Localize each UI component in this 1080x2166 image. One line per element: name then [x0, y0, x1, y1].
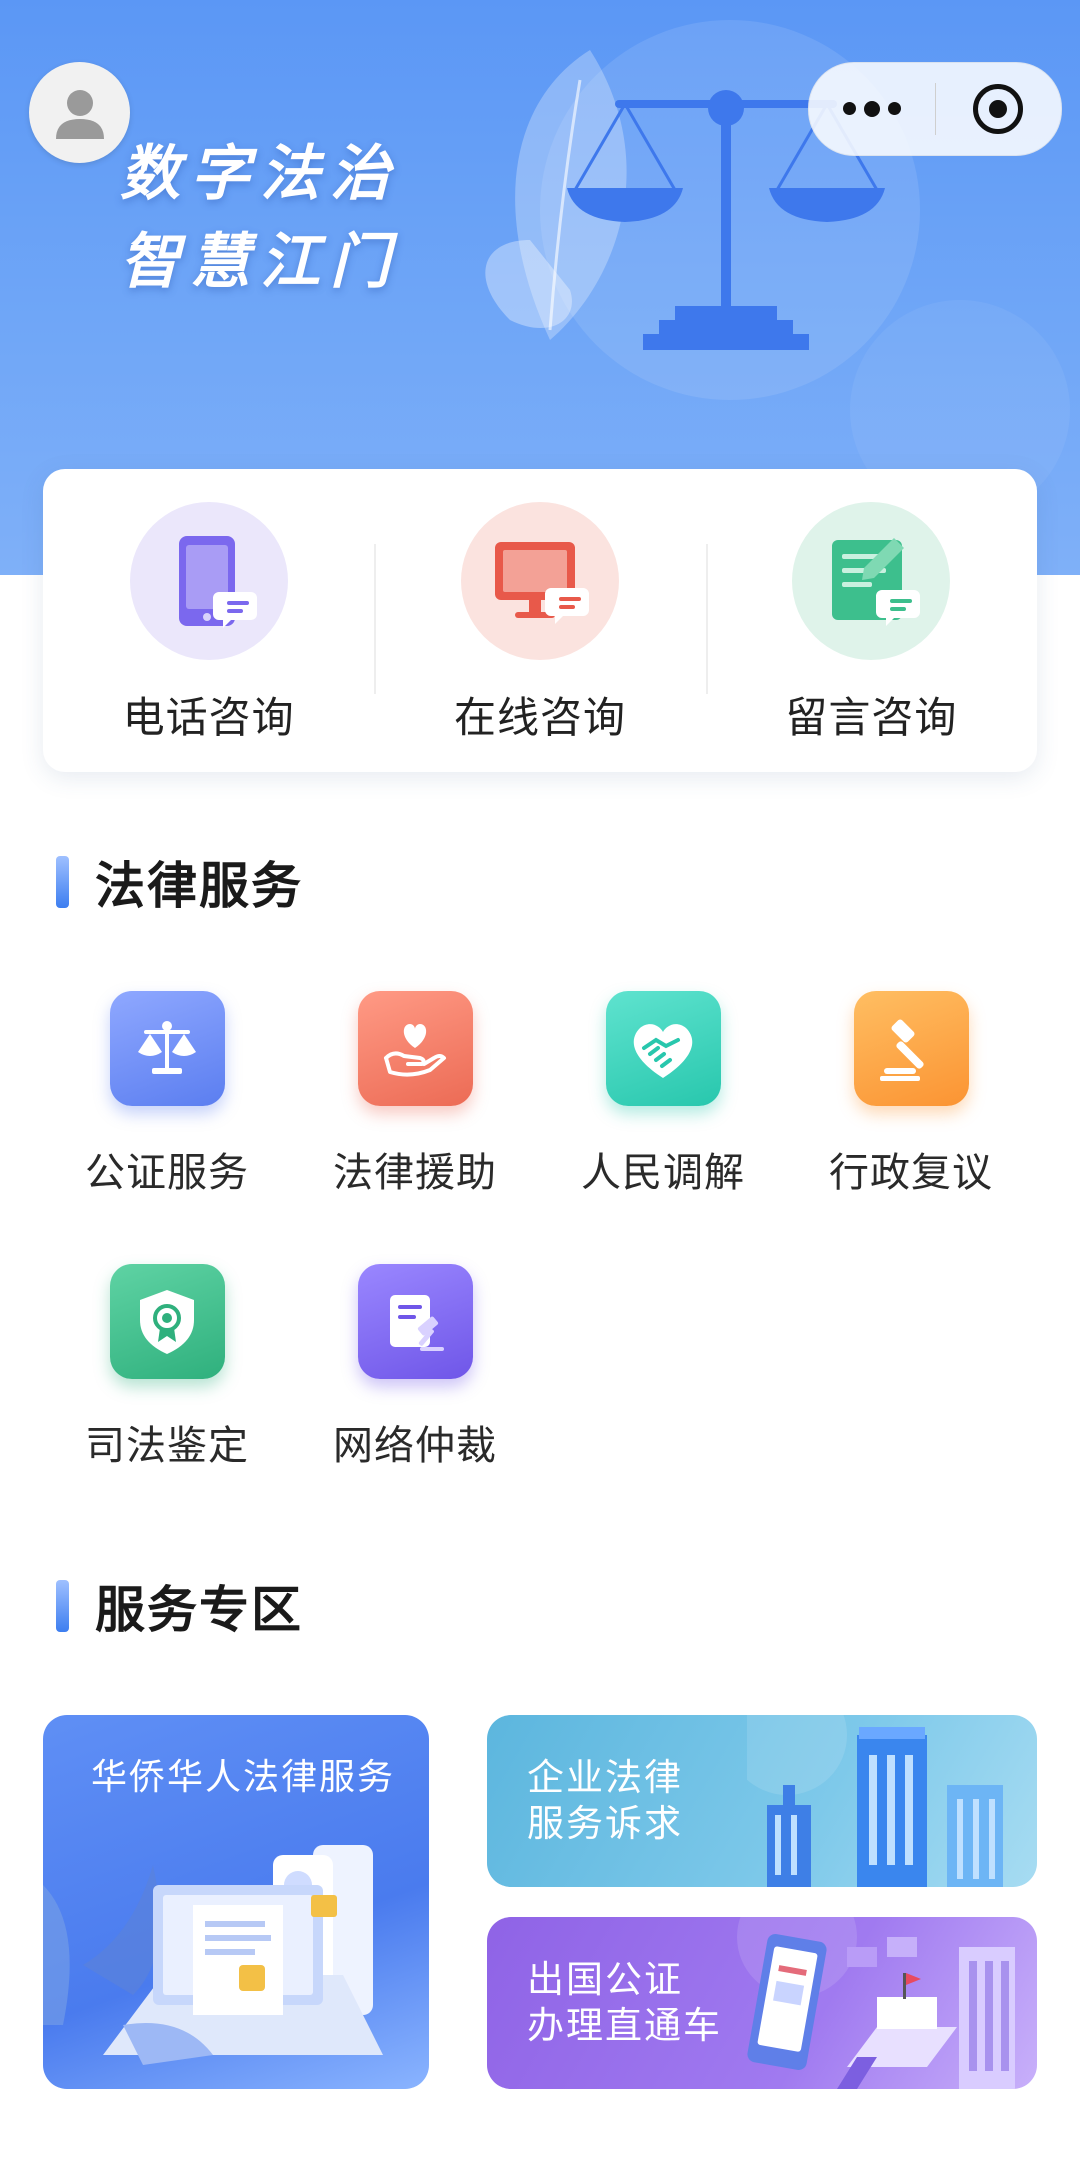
service-zone-title: 服务专区 — [95, 1581, 303, 1639]
consult-message-label: 留言咨询 — [785, 693, 958, 742]
consult-message[interactable]: 留言咨询 — [705, 469, 1037, 772]
buildings-illustration — [747, 1715, 1003, 1887]
consult-online-label: 在线咨询 — [453, 693, 626, 742]
phone-building-illustration — [737, 1917, 1015, 2089]
abroad-notarization-banner[interactable]: 出国公证 办理直通车 — [487, 1917, 1037, 2089]
abroad-line2: 办理直通车 — [527, 2004, 722, 2047]
abroad-notarization-label: 出国公证 办理直通车 — [527, 1957, 722, 2049]
service-notary-label: 公证服务 — [85, 1150, 249, 1196]
abroad-line1: 出国公证 — [527, 1958, 683, 2001]
service-admin-review[interactable]: 行政复议 — [811, 991, 1011, 1198]
more-dots-icon — [842, 100, 901, 117]
close-button[interactable] — [936, 63, 1062, 155]
service-zone-header: 服务专区 — [56, 1576, 303, 1639]
scales-icon — [109, 991, 225, 1106]
service-notary[interactable]: 公证服务 — [67, 991, 267, 1198]
target-close-icon — [973, 84, 1024, 134]
overseas-legal-service-banner[interactable]: 华侨华人法律服务 — [43, 1715, 429, 2089]
consult-phone[interactable]: 电话咨询 — [43, 469, 374, 772]
gavel-icon — [853, 991, 969, 1106]
consult-phone-label: 电话咨询 — [122, 693, 295, 742]
hero-title-line2: 智慧江门 — [120, 227, 400, 297]
overseas-legal-service-label: 华侨华人法律服务 — [91, 1757, 396, 1798]
enterprise-legal-appeal-banner[interactable]: 企业法律 服务诉求 — [487, 1715, 1037, 1887]
consult-card: 电话咨询 在线咨询 留言咨询 — [43, 469, 1037, 772]
heart-hand-icon — [357, 991, 473, 1106]
legal-services-header: 法律服务 — [56, 852, 303, 915]
service-online-arbitration[interactable]: 网络仲裁 — [315, 1264, 515, 1471]
enterprise-legal-appeal-label: 企业法律 服务诉求 — [527, 1755, 683, 1847]
service-forensic[interactable]: 司法鉴定 — [67, 1264, 267, 1471]
service-legal-aid[interactable]: 法律援助 — [315, 991, 515, 1198]
avatar[interactable] — [29, 62, 130, 163]
handshake-heart-icon — [605, 991, 721, 1106]
service-mediation[interactable]: 人民调解 — [563, 991, 763, 1198]
service-legal-aid-label: 法律援助 — [333, 1150, 497, 1196]
section-accent-bar — [56, 1580, 69, 1632]
service-online-arbitration-label: 网络仲裁 — [333, 1423, 497, 1469]
notepad-chat-icon — [792, 502, 951, 660]
legal-services-title: 法律服务 — [95, 857, 303, 915]
document-gavel-icon — [357, 1264, 473, 1379]
tablet-chat-icon — [129, 502, 288, 660]
service-admin-review-label: 行政复议 — [829, 1150, 993, 1196]
user-icon — [55, 89, 104, 139]
consult-online[interactable]: 在线咨询 — [374, 469, 705, 772]
section-accent-bar — [56, 856, 69, 908]
hero-title-line1: 数字法治 — [120, 139, 400, 209]
laptop-documents-illustration — [43, 1845, 383, 2065]
service-mediation-label: 人民调解 — [581, 1150, 745, 1196]
service-forensic-label: 司法鉴定 — [85, 1423, 249, 1469]
shield-badge-icon — [109, 1264, 225, 1379]
monitor-chat-icon — [460, 502, 619, 660]
more-button[interactable] — [809, 63, 935, 155]
hero-title: 数字法治 智慧江门 — [120, 130, 540, 306]
enterprise-line1: 企业法律 — [527, 1756, 683, 1799]
enterprise-line2: 服务诉求 — [527, 1802, 683, 1845]
mini-program-capsule — [808, 62, 1062, 156]
